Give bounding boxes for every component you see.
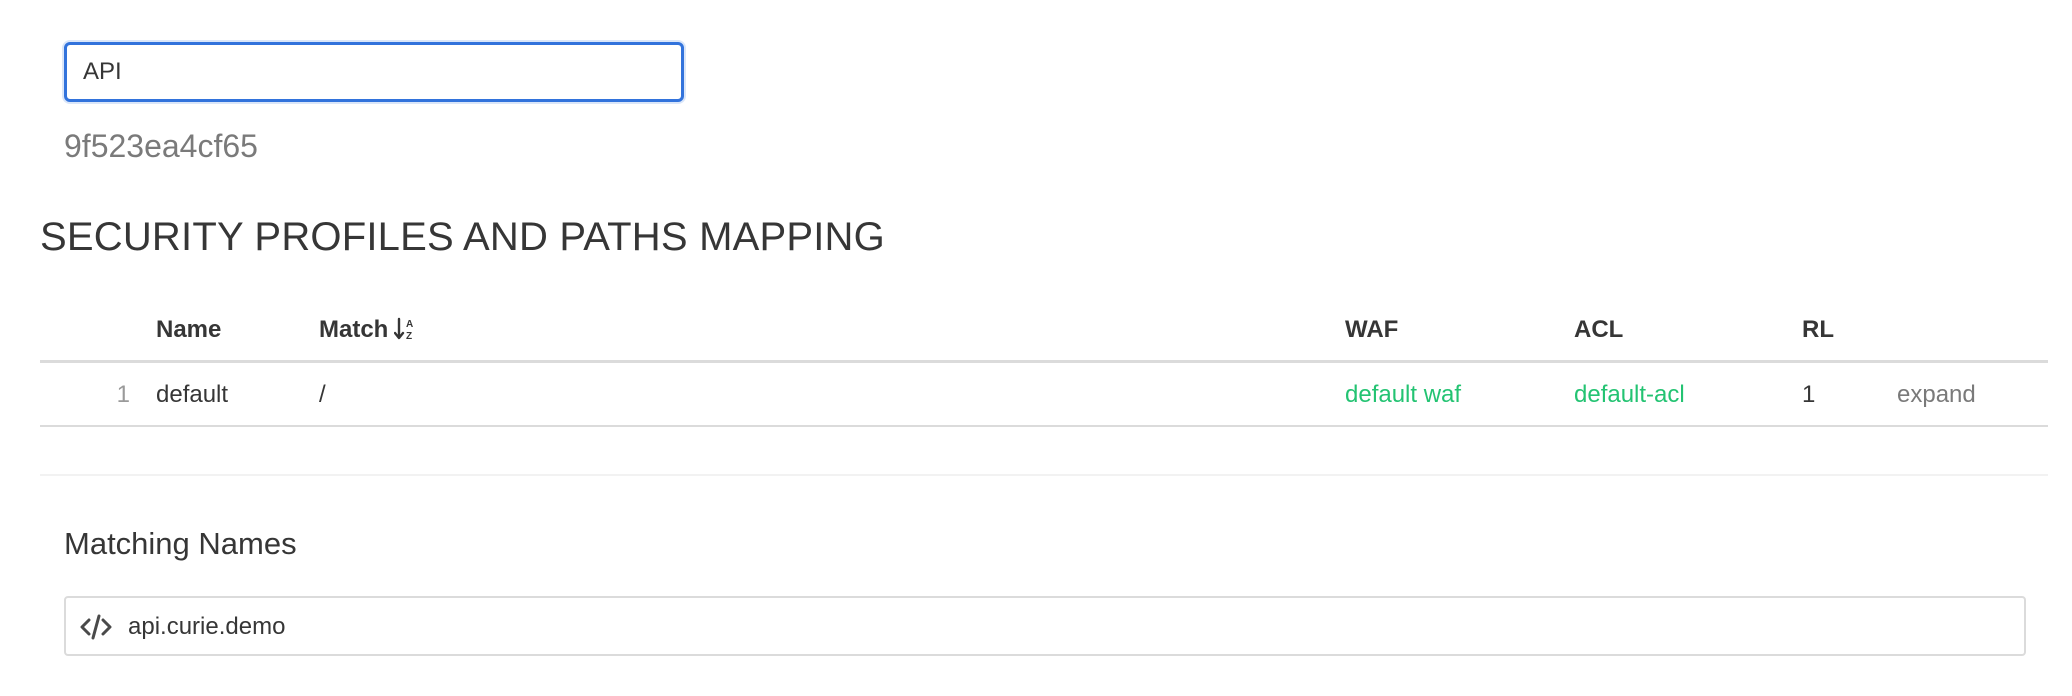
row-match: / <box>319 381 326 408</box>
matching-names-title: Matching Names <box>64 526 297 561</box>
name-input[interactable] <box>64 42 684 102</box>
column-header-name: Name <box>156 316 222 343</box>
svg-text:Z: Z <box>406 331 412 341</box>
matching-name-value: api.curie.demo <box>128 613 286 640</box>
mapping-table: Name Match A Z WAF ACL RL 1 default / de… <box>40 300 2048 427</box>
column-header-waf: WAF <box>1345 316 1399 343</box>
entry-id: 9f523ea4cf65 <box>64 128 258 164</box>
section-title: SECURITY PROFILES AND PATHS MAPPING <box>40 215 885 259</box>
row-waf-link[interactable]: default waf <box>1345 379 1461 411</box>
table-header: Name Match A Z WAF ACL RL <box>40 300 2048 363</box>
column-header-match[interactable]: Match A Z <box>319 314 416 346</box>
column-header-rl: RL <box>1802 316 1834 343</box>
matching-names-field[interactable]: api.curie.demo <box>64 596 2026 656</box>
row-name: default <box>156 381 229 408</box>
sort-az-icon[interactable]: A Z <box>394 317 416 341</box>
code-icon <box>80 614 112 640</box>
row-acl-link[interactable]: default-acl <box>1574 379 1685 411</box>
table-row: 1 default / default waf default-acl 1 ex… <box>40 363 2048 427</box>
row-expand-button[interactable]: expand <box>1897 379 1976 411</box>
svg-text:A: A <box>406 319 413 330</box>
row-rl: 1 <box>1802 381 1816 408</box>
column-header-match-label: Match <box>319 316 389 343</box>
row-index: 1 <box>116 381 130 408</box>
section-divider <box>40 474 2048 476</box>
column-header-acl: ACL <box>1574 316 1624 343</box>
